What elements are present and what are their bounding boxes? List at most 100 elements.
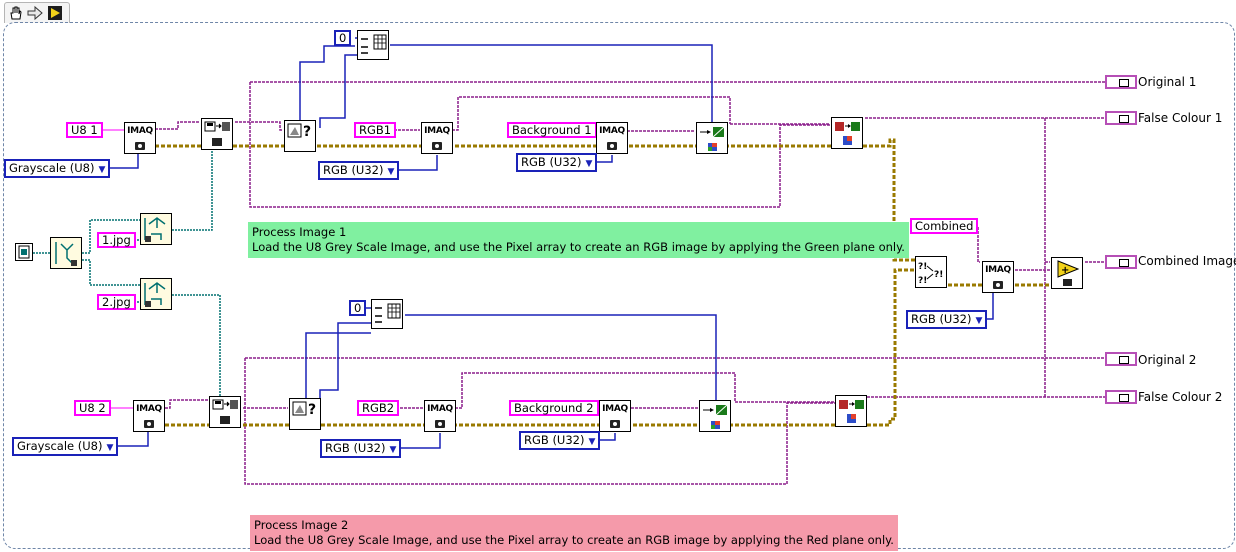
imaq-image-to-array-vi-2[interactable]: ? — [289, 398, 321, 430]
vi-subicon — [607, 142, 617, 150]
merge-errors-icon: ?!?!?! — [918, 262, 943, 286]
imaq-array-to-color-image-vi-1[interactable] — [696, 122, 728, 154]
original-1-indicator[interactable] — [1105, 75, 1137, 89]
build-path-icon — [144, 217, 166, 242]
jpg-2-constant[interactable]: 2.jpg — [97, 294, 136, 310]
enum-label: RGB (U32) — [911, 312, 972, 326]
u8-1-constant[interactable]: U8 1 — [66, 122, 103, 138]
rgb2-constant[interactable]: RGB2 — [357, 400, 400, 416]
dropdown-arrow-icon: ▼ — [975, 316, 983, 326]
combined-constant[interactable]: Combined — [910, 218, 979, 234]
u8-2-constant[interactable]: U8 2 — [74, 400, 111, 416]
imaq-create-vi-6[interactable]: IMAQ — [599, 400, 631, 432]
read-file-icon — [204, 121, 230, 146]
image-copy-icon — [835, 122, 860, 145]
imaq-read-file-vi-2[interactable] — [209, 396, 241, 428]
current-vi-path-node[interactable] — [15, 243, 33, 261]
path-wire — [172, 145, 213, 231]
enum-label: Grayscale (U8) — [9, 161, 95, 175]
false-colour-1-indicator[interactable] — [1105, 111, 1137, 125]
question-glyph: ? — [303, 124, 312, 140]
array-index-vi-2[interactable] — [371, 299, 403, 329]
background-2-constant[interactable]: Background 2 — [509, 400, 599, 416]
rgb-u32-enum-4[interactable]: RGB (U32) ▼ — [519, 431, 601, 450]
path-wire — [82, 259, 140, 286]
imaq-create-vi-1[interactable]: IMAQ — [124, 122, 156, 154]
grayscale-enum-1[interactable]: Grayscale (U8) ▼ — [4, 159, 111, 178]
indicator-label: Combined Image — [1138, 254, 1236, 268]
grayscale-enum-2[interactable]: Grayscale (U8) ▼ — [12, 437, 119, 456]
build-path-vi-1[interactable] — [140, 213, 172, 245]
enum-wire — [390, 44, 713, 124]
rgb-u32-enum-1[interactable]: RGB (U32) ▼ — [318, 161, 400, 180]
svg-text:+: + — [1061, 265, 1069, 276]
image-wire — [165, 399, 208, 409]
vi-subicon — [993, 281, 1003, 289]
indicator-label: False Colour 2 — [1138, 390, 1223, 404]
vi-label: IMAQ — [127, 126, 153, 136]
enum-wire — [319, 54, 372, 128]
indicator-label: Original 1 — [1138, 75, 1197, 89]
comment-body: Load the U8 Grey Scale Image, and use th… — [254, 533, 894, 547]
imaq-create-vi-4[interactable]: IMAQ — [133, 400, 165, 432]
build-path-vi-2[interactable] — [140, 278, 172, 310]
comment-title: Process Image 1 — [252, 225, 347, 239]
indicator-label: False Colour 1 — [1138, 111, 1223, 125]
strip-path-icon — [55, 242, 77, 266]
enum-wire — [319, 322, 371, 405]
imaq-read-file-vi-1[interactable] — [201, 118, 233, 150]
read-file-icon — [212, 399, 238, 424]
vi-label: IMAQ — [985, 265, 1011, 275]
jpg-1-constant[interactable]: 1.jpg — [97, 232, 136, 248]
imaq-add-vi[interactable]: + — [1051, 257, 1083, 289]
enum-label: RGB (U32) — [521, 155, 582, 169]
svg-text:?!: ?! — [918, 276, 927, 286]
background-1-constant[interactable]: Background 1 — [507, 122, 597, 138]
vi-subicon — [135, 142, 145, 150]
array-index-vi-1[interactable] — [357, 30, 389, 60]
rgb-u32-enum-3[interactable]: RGB (U32) ▼ — [320, 439, 402, 458]
strip-path-vi[interactable] — [50, 237, 82, 269]
zero-constant-1[interactable]: 0 — [334, 30, 352, 46]
merge-errors-node[interactable]: ?!?!?! — [915, 256, 947, 288]
imaq-array-to-color-image-vi-2[interactable] — [699, 400, 731, 432]
enum-label: RGB (U32) — [325, 441, 386, 455]
dropdown-arrow-icon: ▼ — [387, 167, 395, 177]
svg-text:?!: ?! — [934, 270, 943, 280]
file-path-icon — [18, 245, 30, 259]
vi-label: IMAQ — [427, 404, 453, 414]
enum-label: Grayscale (U8) — [17, 439, 103, 453]
vi-subicon — [610, 420, 620, 428]
false-colour-2-indicator[interactable] — [1105, 390, 1137, 404]
imaq-create-vi-7[interactable]: IMAQ — [982, 261, 1014, 293]
dropdown-arrow-icon: ▼ — [585, 159, 593, 169]
original-2-indicator[interactable] — [1105, 352, 1137, 366]
vi-label: IMAQ — [136, 404, 162, 414]
imaq-copy-vi-2[interactable] — [835, 395, 867, 427]
image-wire — [244, 358, 835, 485]
zero-constant-2[interactable]: 0 — [349, 300, 367, 316]
image-copy-icon — [839, 400, 864, 423]
rgb1-constant[interactable]: RGB1 — [354, 122, 397, 138]
imaq-create-vi-2[interactable]: IMAQ — [421, 122, 453, 154]
imaq-image-to-array-vi-1[interactable]: ? — [284, 120, 316, 152]
image-wire — [235, 121, 282, 131]
enum-label: RGB (U32) — [323, 163, 384, 177]
imaq-create-vi-3[interactable]: IMAQ — [596, 122, 628, 154]
array-to-color-icon — [700, 126, 725, 151]
path-wire — [172, 294, 221, 400]
combined-image-indicator[interactable] — [1105, 255, 1137, 269]
dropdown-arrow-icon: ▼ — [389, 445, 397, 455]
vi-subicon — [144, 420, 154, 428]
indicator-label: Original 2 — [1138, 353, 1197, 367]
imaq-create-vi-5[interactable]: IMAQ — [424, 400, 456, 432]
array-to-color-icon — [703, 404, 728, 429]
dropdown-arrow-icon: ▼ — [106, 443, 114, 453]
enum-label: RGB (U32) — [524, 433, 585, 447]
rgb-u32-enum-2[interactable]: RGB (U32) ▼ — [516, 153, 598, 172]
vi-label: IMAQ — [599, 126, 625, 136]
rgb-u32-enum-5[interactable]: RGB (U32) ▼ — [906, 310, 988, 329]
array-index-icon — [361, 34, 387, 54]
svg-text:?!: ?! — [918, 262, 927, 272]
imaq-copy-vi-1[interactable] — [831, 117, 863, 149]
